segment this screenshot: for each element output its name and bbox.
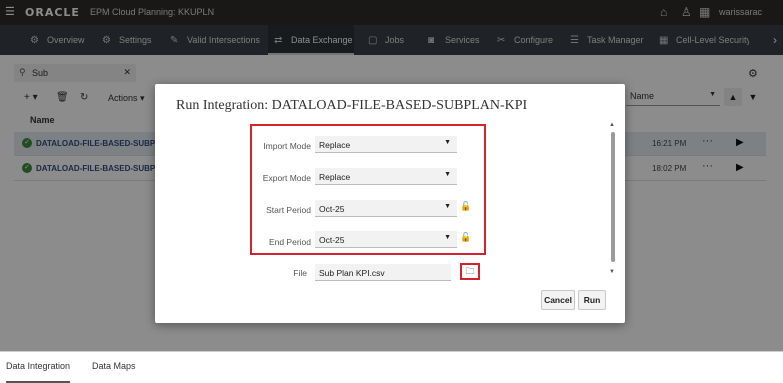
import-mode-select[interactable]: Replace ▼ — [315, 136, 457, 153]
cancel-button[interactable]: Cancel — [541, 290, 575, 310]
export-mode-label: Export Mode — [262, 173, 311, 183]
start-period-value: Oct-25 — [319, 204, 345, 214]
chevron-down-icon: ▼ — [444, 171, 451, 178]
folder-icon: 🗀 — [465, 266, 475, 276]
tab-data-integration[interactable]: Data Integration — [6, 361, 71, 383]
browse-folder-button[interactable]: 🗀 — [460, 263, 480, 280]
tab-data-maps[interactable]: Data Maps — [92, 361, 136, 383]
chevron-down-icon: ▼ — [444, 203, 451, 210]
end-period-select[interactable]: Oct-25 ▼ — [315, 231, 457, 248]
scroll-thumb[interactable] — [611, 132, 615, 262]
bottom-tab-bar: Data Integration Data Maps — [0, 351, 783, 383]
chevron-down-icon: ▼ — [444, 139, 451, 146]
start-period-label: Start Period — [266, 205, 311, 215]
export-mode-value: Replace — [319, 172, 351, 182]
scroll-down-icon[interactable]: ▼ — [609, 269, 615, 275]
import-mode-value: Replace — [319, 140, 351, 150]
scroll-up-icon[interactable]: ▲ — [609, 122, 615, 128]
dialog-scrollbar[interactable]: ▲ ▼ — [609, 122, 617, 277]
lock-icon[interactable]: 🔓 — [460, 201, 471, 212]
run-integration-dialog: Run Integration: DATALOAD-FILE-BASED-SUB… — [155, 84, 625, 323]
start-period-select[interactable]: Oct-25 ▼ — [315, 200, 457, 217]
end-period-label: End Period — [268, 237, 311, 247]
file-value: Sub Plan KPI.csv — [319, 268, 385, 278]
chevron-down-icon: ▼ — [444, 234, 451, 241]
file-label: File — [293, 268, 307, 278]
run-button[interactable]: Run — [578, 290, 606, 310]
dialog-title: Run Integration: DATALOAD-FILE-BASED-SUB… — [176, 98, 528, 113]
lock-icon[interactable]: 🔓 — [460, 232, 471, 243]
import-mode-label: Import Mode — [263, 141, 311, 151]
export-mode-select[interactable]: Replace ▼ — [315, 168, 457, 185]
file-input[interactable]: Sub Plan KPI.csv — [315, 264, 451, 281]
end-period-value: Oct-25 — [319, 235, 345, 245]
